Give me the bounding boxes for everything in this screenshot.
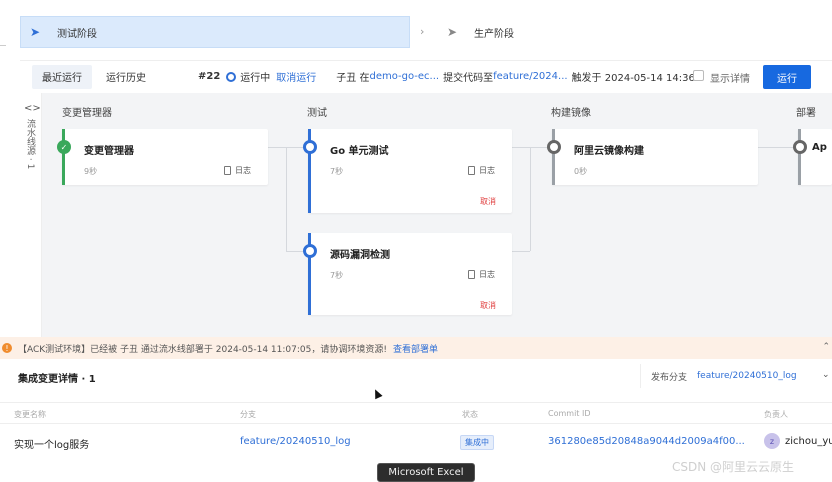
show-details-checkbox[interactable] (693, 70, 704, 81)
release-branch-label: 发布分支 (651, 372, 688, 383)
job-title: 阿里云镜像构建 (574, 146, 644, 157)
column-header: 负责人 (764, 410, 788, 419)
run-number: #22 (198, 71, 221, 82)
run-toolbar: 最近运行 运行历史 #22 运行中 取消运行 子丑 在 demo-go-ec..… (20, 60, 832, 92)
stage-production[interactable]: ➤ 生产阶段 (438, 16, 514, 48)
view-deployment-link[interactable]: 查看部署单 (393, 342, 438, 355)
repo-link[interactable]: demo-go-ec... (369, 71, 439, 82)
commit-id-link[interactable]: 361280e85d20848a9044d2009a4f00... (548, 436, 745, 447)
chevron-up-icon[interactable]: ⌃ (822, 342, 830, 352)
job-card-deploy[interactable]: Ap (798, 129, 832, 185)
stage-test[interactable]: ➤ 测试阶段 (20, 16, 410, 48)
job-duration: 0秒 (574, 167, 588, 176)
status-bar (62, 129, 65, 185)
rocket-icon: ➤ (29, 25, 41, 39)
change-name[interactable]: 实现一个log服务 (14, 436, 89, 451)
running-icon (303, 140, 317, 154)
taskbar-tooltip: Microsoft Excel (377, 463, 475, 482)
connector (530, 147, 531, 251)
job-title: 源码漏洞检测 (330, 250, 390, 261)
column-header: 变更名称 (14, 410, 46, 419)
rocket-icon: ➤ (446, 25, 458, 39)
column-title-build-image: 构建镜像 (551, 108, 591, 119)
chevron-down-icon[interactable]: ⌄ (822, 370, 830, 380)
column-header: 状态 (462, 410, 478, 419)
log-label: 日志 (479, 166, 495, 175)
status-badge: 集成中 (460, 435, 494, 450)
commit-text: 提交代码至 (443, 73, 494, 84)
job-title: 变更管理器 (84, 146, 134, 157)
connector (268, 147, 308, 148)
tab-run-history[interactable]: 运行历史 (96, 65, 156, 89)
release-branch-value: feature/20240510_log (697, 371, 797, 381)
check-icon: ✓ (57, 140, 71, 154)
stage-production-label: 生产阶段 (474, 28, 514, 40)
column-header: 分支 (240, 410, 256, 419)
log-link[interactable]: 日志 (468, 165, 495, 176)
status-bar (552, 129, 555, 185)
job-card-aliyun-image-build[interactable]: 阿里云镜像构建 0秒 (552, 129, 758, 185)
pending-clock-icon (547, 140, 561, 154)
trigger-time: 触发于 2024-05-14 14:36 (571, 73, 695, 84)
mouse-cursor (371, 387, 383, 400)
run-status: 运行中 (240, 73, 271, 84)
cancel-job-link[interactable]: 取消 (480, 196, 496, 207)
column-title-test: 测试 (307, 108, 327, 119)
column-title-deploy: 部署 (796, 108, 816, 119)
warning-icon: ! (2, 343, 12, 353)
avatar: z (764, 433, 780, 449)
changes-title: 集成变更详情 · 1 (18, 374, 96, 385)
connector (286, 147, 287, 251)
change-branch-link[interactable]: feature/20240510_log (240, 436, 351, 447)
log-icon (224, 166, 231, 175)
cancel-job-link[interactable]: 取消 (480, 300, 496, 311)
table-row: 实现一个log服务 feature/20240510_log 集成中 36128… (0, 426, 832, 458)
pipeline-canvas: <> 流水线源 · 1 变更管理器 测试 构建镜像 部署 变更管理器 9秒 日志… (20, 93, 832, 337)
job-title: Ap (812, 142, 827, 153)
notice-text: 【ACK测试环境】已经被 子丑 通过流水线部署于 2024-05-14 11:0… (18, 344, 387, 355)
connector (512, 251, 530, 252)
pending-clock-icon (793, 140, 807, 154)
pipeline-source-panel: <> 流水线源 · 1 (20, 93, 42, 337)
connector (758, 147, 798, 148)
run-button[interactable]: 运行 (763, 65, 811, 89)
job-card-change-manager[interactable]: 变更管理器 9秒 日志 (62, 129, 268, 185)
job-card-go-unit-test[interactable]: Go 单元测试 7秒 日志 取消 (308, 129, 512, 213)
pipeline-source-label: 流水线源 · 1 (25, 119, 35, 170)
log-link[interactable]: 日志 (224, 165, 251, 176)
release-branch-selector[interactable]: 发布分支 feature/20240510_log (640, 364, 812, 388)
log-link[interactable]: 日志 (468, 269, 495, 280)
show-details-label: 显示详情 (710, 74, 750, 85)
cancel-run-link[interactable]: 取消运行 (276, 69, 316, 84)
divider (0, 45, 6, 46)
tab-recent-runs[interactable]: 最近运行 (32, 64, 92, 89)
code-toggle-icon[interactable]: <> (24, 103, 41, 114)
stage-bar: ➤ 测试阶段 › ➤ 生产阶段 (0, 0, 832, 60)
connector (512, 147, 552, 148)
job-duration: 7秒 (330, 271, 344, 280)
job-card-source-vuln-scan[interactable]: 源码漏洞检测 7秒 日志 取消 (308, 233, 512, 315)
run-author: 子丑 在 (336, 73, 370, 84)
status-bar (798, 129, 801, 185)
chevron-right-icon: › (420, 25, 425, 38)
watermark: CSDN @阿里云云原生 (672, 460, 795, 474)
job-duration: 7秒 (330, 167, 344, 176)
log-label: 日志 (479, 270, 495, 279)
stage-test-label: 测试阶段 (57, 28, 97, 40)
changes-table-header: 变更名称 分支 状态 Commit ID 负责人 (0, 402, 832, 424)
job-duration: 9秒 (84, 167, 98, 176)
branch-link[interactable]: feature/2024... (493, 71, 567, 82)
log-label: 日志 (235, 166, 251, 175)
owner-name: zichou_yu (785, 436, 832, 447)
deployment-notice: ! 【ACK测试环境】已经被 子丑 通过流水线部署于 2024-05-14 11… (0, 337, 832, 359)
log-icon (468, 270, 475, 279)
log-icon (468, 166, 475, 175)
running-icon (226, 71, 237, 82)
running-icon (303, 244, 317, 258)
column-title-change-manager: 变更管理器 (62, 108, 112, 119)
job-title: Go 单元测试 (330, 146, 389, 157)
column-header: Commit ID (548, 409, 591, 418)
